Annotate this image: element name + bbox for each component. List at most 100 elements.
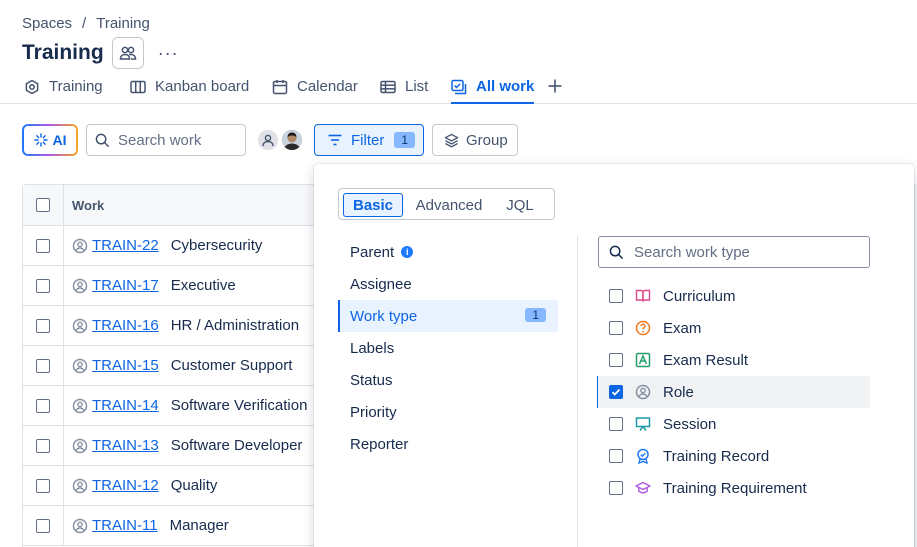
table-row[interactable]: TRAIN-17 Executive (23, 266, 323, 306)
breadcrumb-spaces[interactable]: Spaces (22, 15, 72, 32)
info-icon[interactable]: i (401, 246, 414, 258)
option-exam-result-checkbox[interactable] (609, 353, 623, 367)
search-work-placeholder: Search work (118, 131, 202, 149)
presentation-icon (635, 416, 651, 432)
more-actions-button[interactable]: ··· (158, 43, 179, 64)
work-item-summary[interactable]: Software Verification (171, 397, 308, 414)
layers-icon (444, 133, 459, 147)
option-role[interactable]: Role (598, 376, 870, 408)
people-icon (119, 46, 136, 60)
work-item-key[interactable]: TRAIN-14 (92, 397, 159, 414)
table-row[interactable]: TRAIN-22 Cybersecurity (23, 226, 323, 266)
row-checkbox-cell (23, 506, 64, 545)
all-work-icon (451, 79, 467, 95)
mode-advanced[interactable]: Advanced (410, 193, 488, 217)
option-training-requirement-checkbox[interactable] (609, 481, 623, 495)
mode-jql[interactable]: JQL (495, 193, 545, 217)
team-button[interactable] (111, 37, 144, 69)
option-session-checkbox[interactable] (609, 417, 623, 431)
row-checkbox[interactable] (36, 438, 50, 453)
title-row: Training ··· (22, 37, 179, 69)
work-item-summary[interactable]: Quality (171, 477, 218, 494)
table-row[interactable]: TRAIN-16 HR / Administration (23, 306, 323, 346)
row-checkbox-cell (23, 346, 64, 385)
tab-list[interactable]: List (380, 78, 428, 104)
tab-training[interactable]: Training (24, 78, 103, 104)
facet-priority-label: Priority (350, 403, 397, 421)
work-item-key[interactable]: TRAIN-12 (92, 477, 159, 494)
user-photo-icon (282, 130, 302, 150)
facet-work-type-label: Work type (350, 307, 418, 325)
table-row[interactable]: TRAIN-13 Software Developer (23, 426, 323, 466)
row-checkbox[interactable] (36, 478, 50, 493)
unassigned-avatar[interactable] (256, 128, 280, 152)
option-exam-result[interactable]: Exam Result (598, 344, 870, 376)
option-role-checkbox[interactable] (609, 385, 623, 399)
facet-reporter-label: Reporter (350, 435, 409, 453)
row-checkbox[interactable] (36, 238, 50, 253)
group-button[interactable]: Group (432, 124, 518, 156)
ai-button-inner: AI (24, 126, 76, 154)
option-curriculum-checkbox[interactable] (609, 289, 623, 303)
facet-reporter[interactable]: Reporter (338, 428, 558, 460)
mode-basic[interactable]: Basic (343, 193, 403, 217)
option-training-record[interactable]: Training Record (598, 440, 870, 472)
row-checkbox[interactable] (36, 398, 50, 413)
breadcrumb-separator: / (82, 15, 87, 32)
ai-button[interactable]: AI (22, 124, 78, 156)
search-work-input[interactable]: Search work (86, 124, 246, 156)
search-work-type-input[interactable]: Search work type (598, 236, 870, 268)
table-row[interactable]: TRAIN-14 Software Verification (23, 386, 323, 426)
row-checkbox[interactable] (36, 318, 50, 333)
work-item-key[interactable]: TRAIN-16 (92, 317, 159, 334)
facet-work-type[interactable]: Work type 1 (338, 300, 558, 332)
work-item-key[interactable]: TRAIN-22 (92, 237, 159, 254)
option-session[interactable]: Session (598, 408, 870, 440)
work-column-header[interactable]: Work (72, 198, 104, 213)
work-item-key[interactable]: TRAIN-11 (92, 517, 158, 534)
person-icon (262, 134, 274, 147)
work-item-summary[interactable]: Cybersecurity (171, 237, 263, 254)
option-exam-result-label: Exam Result (663, 351, 749, 369)
filter-label: Filter (351, 131, 385, 149)
table-row[interactable]: TRAIN-11 Manager (23, 506, 323, 546)
user-avatar[interactable] (280, 128, 304, 152)
row-checkbox[interactable] (36, 358, 50, 373)
tab-all-work[interactable]: All work (451, 78, 535, 104)
select-all-checkbox[interactable] (36, 198, 50, 212)
facet-priority[interactable]: Priority (338, 396, 558, 428)
graduation-cap-icon (635, 480, 651, 496)
toolbar: AI Search work Filter 1 Group (0, 124, 917, 156)
work-item-summary[interactable]: HR / Administration (171, 317, 299, 334)
breadcrumb-training[interactable]: Training (96, 15, 150, 32)
option-exam-checkbox[interactable] (609, 321, 623, 335)
add-view-button[interactable] (547, 77, 563, 100)
person-icon (72, 398, 88, 414)
facet-labels[interactable]: Labels (338, 332, 558, 364)
work-item-summary[interactable]: Software Developer (171, 437, 303, 454)
work-item-summary[interactable]: Executive (171, 277, 236, 294)
option-training-record-checkbox[interactable] (609, 449, 623, 463)
tab-calendar[interactable]: Calendar (272, 78, 358, 104)
facet-status[interactable]: Status (338, 364, 558, 396)
facet-assignee[interactable]: Assignee (338, 268, 558, 300)
option-training-requirement[interactable]: Training Requirement (598, 472, 870, 504)
table-row[interactable]: TRAIN-12 Quality (23, 466, 323, 506)
gear-icon (24, 79, 40, 95)
work-item-summary[interactable]: Manager (170, 517, 229, 534)
work-item-summary[interactable]: Customer Support (171, 357, 293, 374)
work-item-key[interactable]: TRAIN-13 (92, 437, 159, 454)
breadcrumb: Spaces / Training (22, 15, 150, 32)
option-exam[interactable]: Exam (598, 312, 870, 344)
tab-kanban-board[interactable]: Kanban board (130, 78, 249, 104)
option-curriculum[interactable]: Curriculum (598, 280, 870, 312)
facet-parent[interactable]: Parent i (338, 236, 558, 268)
search-work-type-placeholder: Search work type (634, 243, 750, 261)
table-row[interactable]: TRAIN-15 Customer Support (23, 346, 323, 386)
row-checkbox[interactable] (36, 518, 50, 533)
filter-button[interactable]: Filter 1 (314, 124, 424, 156)
row-checkbox[interactable] (36, 278, 50, 293)
work-item-key[interactable]: TRAIN-17 (92, 277, 159, 294)
person-icon (72, 478, 88, 494)
work-item-key[interactable]: TRAIN-15 (92, 357, 159, 374)
